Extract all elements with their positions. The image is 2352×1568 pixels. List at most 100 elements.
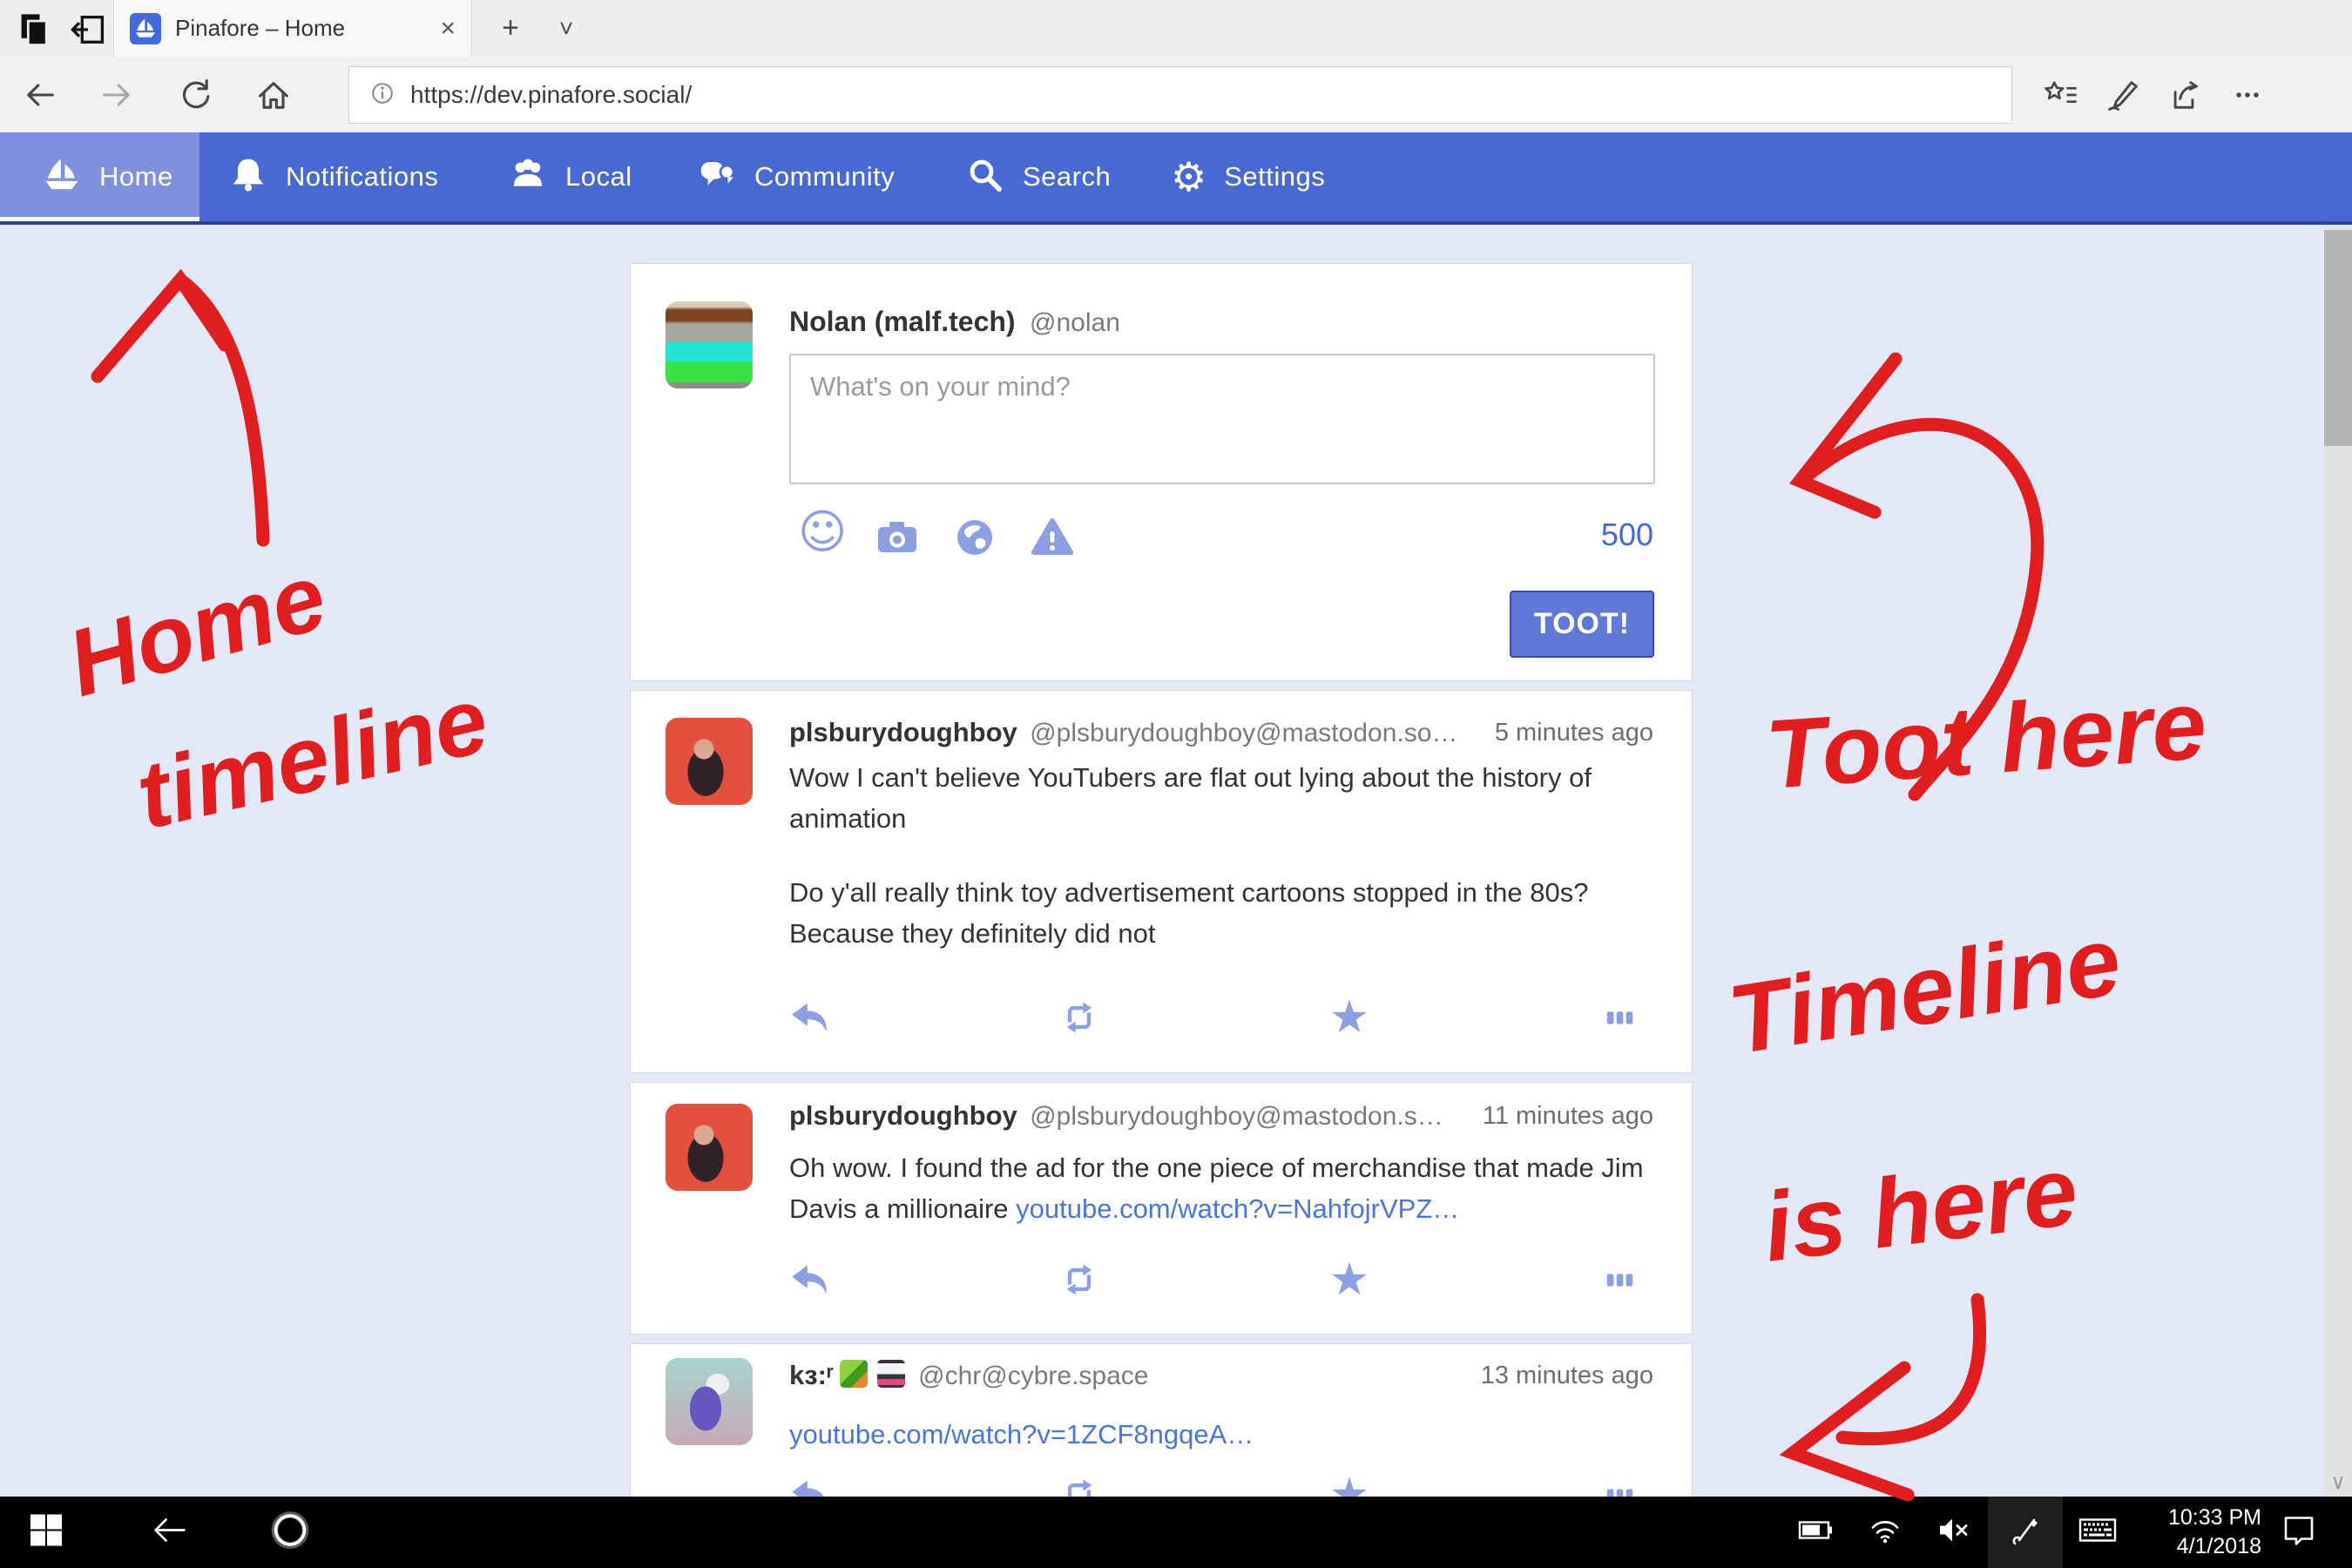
- avatar[interactable]: [666, 1104, 753, 1191]
- windows-taskbar: 10:33 PM 4/1/2018: [0, 1497, 2352, 1568]
- compose-display-name: Nolan (malf.tech): [789, 306, 1016, 337]
- address-bar[interactable]: https://dev.pinafore.social/: [348, 66, 2012, 124]
- sailboat-home-icon: [42, 155, 82, 199]
- forward-button[interactable]: [98, 76, 136, 114]
- avatar[interactable]: [666, 1358, 753, 1445]
- reply-icon[interactable]: [789, 997, 829, 1037]
- action-center-icon[interactable]: [2279, 1511, 2319, 1555]
- nav-tab-home[interactable]: Home: [42, 132, 173, 221]
- clock-time: 10:33 PM: [2168, 1504, 2261, 1532]
- scrollbar-down-arrow-icon[interactable]: ∨: [2324, 1470, 2352, 1495]
- pinafore-favicon-sailboat-icon: [130, 13, 161, 44]
- search-icon: [965, 155, 1005, 199]
- people-group-icon: [508, 155, 548, 199]
- boost-icon[interactable]: [1059, 1475, 1099, 1497]
- nav-label-notifications: Notifications: [286, 161, 438, 193]
- battery-icon[interactable]: [1796, 1511, 1835, 1554]
- windows-ink-pen-block[interactable]: [1988, 1497, 2063, 1568]
- more-options-icon[interactable]: [2228, 76, 2267, 114]
- toot-timestamp[interactable]: 11 minutes ago: [1483, 1102, 1653, 1131]
- web-note-pen-icon[interactable]: [2104, 76, 2142, 114]
- nav-tab-search[interactable]: Search: [965, 132, 1111, 221]
- bell-icon: [228, 155, 268, 199]
- compose-card: Nolan (malf.tech) @nolan ☺ 500 TOOT!: [630, 263, 1693, 681]
- toot-handle: @plsburydoughboy@mastodon.so…: [1030, 719, 1457, 747]
- avatar[interactable]: [666, 301, 753, 389]
- nav-label-settings: Settings: [1224, 161, 1325, 193]
- boost-icon[interactable]: [1059, 997, 1099, 1037]
- toot-display-name[interactable]: plsburydoughboy: [789, 1100, 1017, 1131]
- toot-more-icon[interactable]: [1599, 997, 1639, 1037]
- page-scrollbar-thumb[interactable]: [2324, 230, 2352, 446]
- toot-text: Wow I can't believe YouTubers are flat o…: [789, 757, 1660, 839]
- toot-handle: @chr@cybre.space: [918, 1362, 1148, 1390]
- avatar[interactable]: [666, 718, 753, 805]
- reply-icon[interactable]: [789, 1475, 829, 1497]
- nav-label-search: Search: [1023, 161, 1111, 193]
- reply-icon[interactable]: [789, 1260, 829, 1300]
- compose-input[interactable]: [789, 354, 1655, 484]
- toot-handle: @plsburydoughboy@mastodon.s…: [1030, 1102, 1443, 1131]
- toot-item: plsburydoughboy @plsburydoughboy@mastodo…: [630, 1082, 1693, 1335]
- attach-media-camera-icon[interactable]: [875, 515, 920, 564]
- browser-tab[interactable]: Pinafore – Home ×: [113, 0, 472, 57]
- privacy-globe-icon[interactable]: [952, 515, 997, 564]
- toot-timestamp[interactable]: 5 minutes ago: [1495, 719, 1653, 747]
- nav-tab-settings[interactable]: ⚙ Settings: [1171, 132, 1325, 221]
- screenshot-root: Pinafore – Home × + ˅ https://dev.pinafo…: [0, 0, 2352, 1568]
- toot-display-name[interactable]: plsburydoughboy: [789, 717, 1017, 747]
- share-icon[interactable]: [2165, 76, 2203, 114]
- favorite-star-icon[interactable]: ★: [1329, 1475, 1369, 1497]
- toot-link[interactable]: youtube.com/watch?v=NahfojrVPZ…: [1016, 1193, 1459, 1224]
- url-text: https://dev.pinafore.social/: [410, 81, 692, 109]
- toot-item: kз:ʳ @chr@cybre.space 13 minutes ago you…: [630, 1343, 1693, 1497]
- pinafore-nav-bar: Home Notifications Local Community Searc…: [0, 132, 2352, 225]
- home-button[interactable]: [254, 76, 293, 114]
- new-tab-button[interactable]: +: [484, 0, 537, 57]
- toot-more-icon[interactable]: [1599, 1260, 1639, 1300]
- toot-item: plsburydoughboy @plsburydoughboy@mastodo…: [630, 690, 1693, 1073]
- toot-actions: ★: [789, 997, 1639, 1037]
- toot-text: Do y'all really think toy advertisement …: [789, 872, 1660, 954]
- close-tab-icon[interactable]: ×: [440, 14, 456, 44]
- compose-author-row: Nolan (malf.tech) @nolan: [789, 306, 1120, 338]
- toot-button[interactable]: TOOT!: [1510, 591, 1654, 658]
- nav-label-home: Home: [99, 161, 173, 193]
- nav-tab-local[interactable]: Local: [508, 132, 632, 221]
- boost-icon[interactable]: [1059, 1260, 1099, 1300]
- page-scrollbar-track[interactable]: ∨: [2324, 225, 2352, 1497]
- wifi-icon[interactable]: [1866, 1511, 1904, 1554]
- start-button-windows-icon[interactable]: [28, 1512, 64, 1553]
- nav-label-local: Local: [565, 161, 632, 193]
- gear-icon: ⚙: [1171, 157, 1206, 197]
- compose-handle: @nolan: [1030, 308, 1120, 337]
- touch-keyboard-icon[interactable]: [2077, 1510, 2119, 1556]
- toot-link[interactable]: youtube.com/watch?v=1ZCF8ngqeA…: [789, 1414, 1660, 1455]
- favorite-star-icon[interactable]: ★: [1329, 997, 1369, 1037]
- favorites-hub-icon[interactable]: [2042, 76, 2080, 114]
- toot-display-name[interactable]: kз:ʳ: [789, 1360, 834, 1390]
- back-button[interactable]: [21, 76, 59, 114]
- chat-bubbles-icon: [697, 155, 737, 199]
- timeline-area: Nolan (malf.tech) @nolan ☺ 500 TOOT! pls…: [0, 225, 2324, 1497]
- site-info-icon[interactable]: [367, 78, 398, 113]
- volume-muted-icon[interactable]: [1934, 1511, 1972, 1554]
- toot-actions: ★: [789, 1260, 1639, 1300]
- taskbar-clock[interactable]: 10:33 PM 4/1/2018: [2168, 1504, 2261, 1561]
- toot-text: Oh wow. I found the ad for the one piece…: [789, 1147, 1660, 1229]
- floppy-disk-emoji: [877, 1360, 905, 1388]
- cortana-button[interactable]: [270, 1511, 310, 1555]
- set-tabs-aside-icon[interactable]: [70, 10, 108, 53]
- tab-preview-chevron-icon[interactable]: ˅: [540, 0, 592, 57]
- tabs-set-aside-list-icon[interactable]: [16, 10, 54, 53]
- taskbar-back-button[interactable]: [150, 1511, 190, 1555]
- content-warning-icon[interactable]: [1030, 515, 1075, 564]
- toot-timestamp[interactable]: 13 minutes ago: [1481, 1362, 1653, 1390]
- nav-tab-notifications[interactable]: Notifications: [228, 132, 438, 221]
- emoji-picker-icon[interactable]: ☺: [798, 510, 847, 555]
- refresh-button[interactable]: [176, 76, 214, 114]
- favorite-star-icon[interactable]: ★: [1329, 1260, 1369, 1300]
- clock-date: 4/1/2018: [2168, 1532, 2261, 1561]
- nav-tab-community[interactable]: Community: [697, 132, 895, 221]
- toot-more-icon[interactable]: [1599, 1475, 1639, 1497]
